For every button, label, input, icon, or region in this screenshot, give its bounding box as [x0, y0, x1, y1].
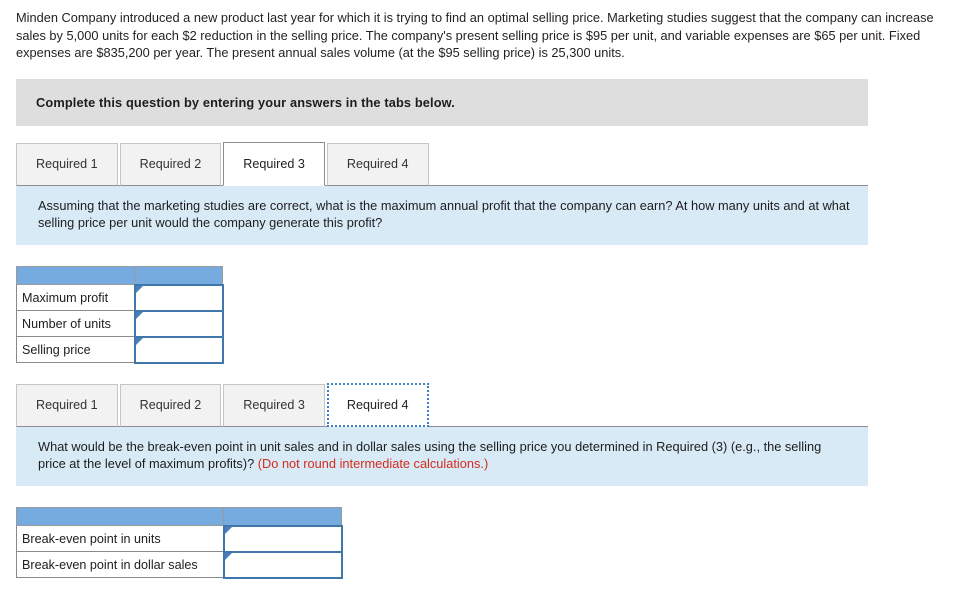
table-row: Break-even point in units [16, 524, 343, 553]
table-row: Break-even point in dollar sales [16, 551, 343, 579]
table-header-row [16, 265, 223, 286]
answer-input[interactable] [135, 337, 222, 362]
table-row: Maximum profit [16, 283, 224, 312]
tab-required-4-required-3[interactable]: Required 4 [326, 142, 429, 186]
answer-table-wrap-required-4: Break-even point in units Break-even poin… [16, 506, 868, 579]
row-label: Break-even point in dollar sales [16, 551, 224, 579]
answer-table-required-4: Break-even point in units Break-even poin… [16, 506, 343, 579]
cell-comment-flag-icon [135, 311, 143, 319]
answer-input[interactable] [224, 552, 341, 577]
table-header-cell [16, 265, 135, 286]
table-row: Number of units [16, 310, 224, 338]
tab-required-3-required-3[interactable]: Required 3 [223, 141, 325, 186]
row-label: Selling price [16, 336, 135, 364]
requirement-section-required-3: Required 1 Required 2 Required 3 Required 4… [16, 141, 868, 364]
cell-comment-flag-icon [224, 526, 232, 534]
cell-comment-flag-icon [135, 337, 143, 345]
answer-input[interactable] [224, 526, 341, 551]
tab-required-2-required-3[interactable]: Required 2 [119, 142, 222, 186]
tab-required-1-required-3[interactable]: Required 1 [16, 142, 118, 186]
answer-table-required-3: Maximum profit Number of units Selling pri… [16, 265, 224, 364]
row-label: Number of units [16, 310, 135, 338]
tab-required-4-required-4[interactable]: Required 4 [326, 382, 429, 427]
table-header-cell [16, 506, 224, 527]
requirement-sections: Required 1 Required 2 Required 3 Required 4… [0, 141, 960, 579]
tab-required-2-required-4[interactable]: Required 2 [119, 383, 222, 427]
requirement-prompt-required-4: What would be the break-even point in un… [16, 426, 868, 486]
tab-required-3-required-4[interactable]: Required 3 [223, 383, 325, 427]
answer-input-cell[interactable] [222, 524, 343, 553]
answer-input-cell[interactable] [222, 551, 343, 579]
requirement-prompt-required-3: Assuming that the marketing studies are … [16, 185, 868, 245]
row-label: Break-even point in units [16, 525, 224, 553]
answer-input[interactable] [135, 311, 222, 336]
tab-required-1-required-4[interactable]: Required 1 [16, 383, 118, 427]
table-header-cell [134, 265, 223, 286]
answer-input-cell[interactable] [133, 283, 224, 312]
requirement-section-required-4: Required 1 Required 2 Required 3 Required 4… [16, 382, 868, 579]
answer-input-cell[interactable] [133, 336, 224, 364]
tab-strip-required-3: Required 1 Required 2 Required 3 Required 4 [16, 141, 868, 186]
table-header-cell [223, 506, 342, 527]
row-label: Maximum profit [16, 284, 135, 312]
table-row: Selling price [16, 336, 224, 364]
answer-input[interactable] [135, 285, 222, 310]
cell-comment-flag-icon [135, 285, 143, 293]
answer-table-wrap-required-3: Maximum profit Number of units Selling pri… [16, 265, 868, 364]
table-header-row [16, 506, 342, 527]
tab-strip-required-4: Required 1 Required 2 Required 3 Required 4 [16, 382, 868, 427]
instruction-banner: Complete this question by entering your … [16, 78, 868, 126]
answer-input-cell[interactable] [133, 310, 224, 338]
prompt-text: Assuming that the marketing studies are … [38, 197, 850, 231]
problem-statement: Minden Company introduced a new product … [16, 10, 934, 61]
prompt-note: (Do not round intermediate calculations.… [257, 456, 489, 472]
cell-comment-flag-icon [224, 552, 232, 560]
instruction-banner-text: Complete this question by entering your … [36, 94, 455, 110]
